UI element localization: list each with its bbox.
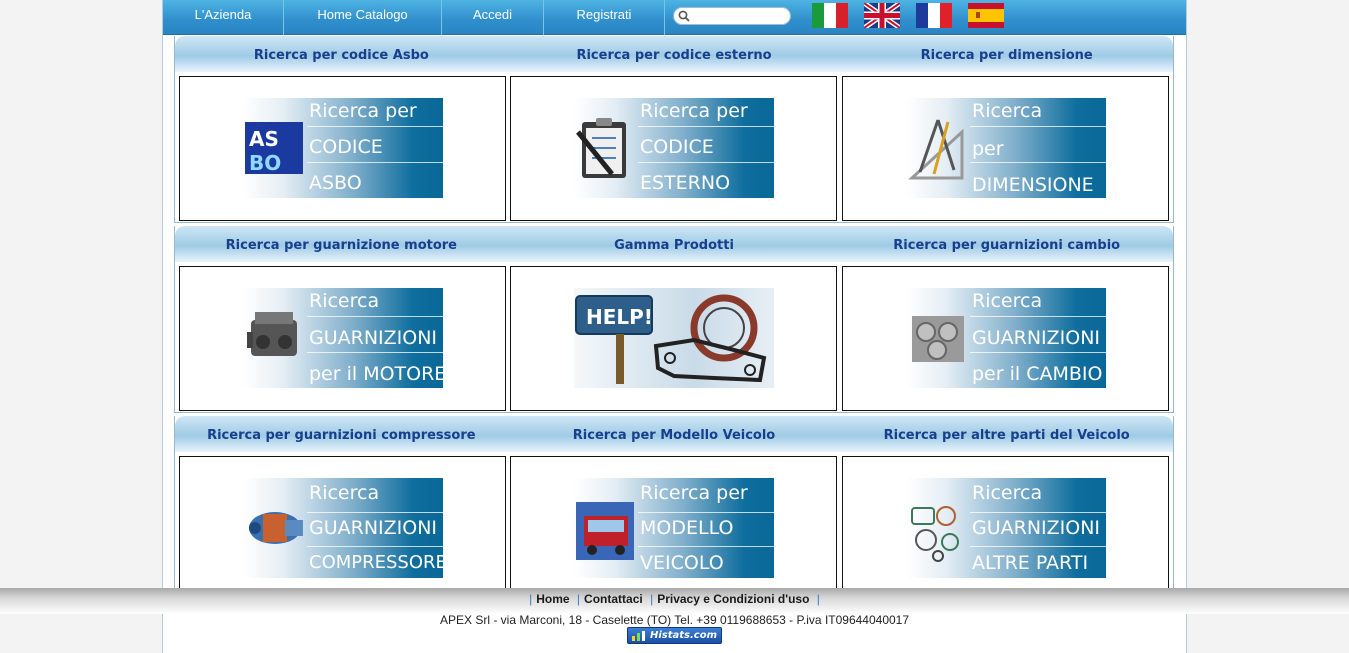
banner-line-3: ASBO: [309, 172, 362, 194]
banner-line-3: per il MOTORE: [309, 363, 443, 385]
engine-icon: [247, 312, 297, 356]
company-address: APEX Srl - via Marconi, 18 - Caselette (…: [439, 613, 910, 627]
banner-guarnizione-motore[interactable]: Ricerca GUARNIZIONI per il MOTORE: [243, 288, 443, 388]
section-header: Ricerca per codice Asbo Ricerca per codi…: [175, 36, 1173, 72]
search-section-3: Ricerca per guarnizioni compressore Rice…: [174, 416, 1174, 603]
uk-flag-icon[interactable]: [864, 3, 900, 28]
card-guarnizione-motore[interactable]: Ricerca GUARNIZIONI per il MOTORE: [179, 266, 506, 411]
banner-guarnizioni-cambio[interactable]: Ricerca GUARNIZIONI per il CAMBIO: [906, 288, 1106, 388]
header-modello-veicolo: Ricerca per Modello Veicolo: [572, 428, 776, 443]
footer-link-home[interactable]: Home: [536, 592, 569, 606]
asbo-logo-icon: AS BO: [245, 122, 303, 175]
header-codice-asbo: Ricerca per codice Asbo: [253, 48, 429, 63]
banner-line-3: COMPRESSORE: [309, 552, 443, 573]
compass-ruler-icon: [908, 119, 964, 180]
histats-badge[interactable]: Histats.com: [627, 627, 722, 644]
banner-line-1: Ricerca per: [640, 482, 748, 504]
banner-line-2: GUARNIZIONI: [309, 517, 438, 539]
top-navbar: L'Azienda Home Catalogo Accedi Registrat…: [163, 0, 1186, 35]
banner-line-2: GUARNIZIONI: [309, 327, 438, 349]
card-gamma-prodotti[interactable]: HELP!: [510, 266, 837, 411]
card-codice-asbo[interactable]: AS BO Ricerca per CODICE ASBO: [179, 76, 506, 221]
histats-label: Histats.com: [650, 630, 718, 641]
banner-line-2: GUARNIZIONI: [972, 327, 1101, 349]
banner-modello-veicolo[interactable]: Ricerca per MODELLO VEICOLO: [574, 478, 774, 578]
banner-codice-asbo[interactable]: AS BO Ricerca per CODICE ASBO: [243, 98, 443, 198]
help-sign-text: HELP!: [586, 305, 653, 329]
banner-line-1: Ricerca: [972, 290, 1043, 312]
banner-line-3: ESTERNO: [640, 172, 731, 194]
banner-line-2: CODICE: [640, 136, 714, 158]
banner-line-3: per il CAMBIO: [972, 363, 1103, 385]
banner-codice-esterno[interactable]: Ricerca per CODICE ESTERNO: [574, 98, 774, 198]
banner-line-2: per: [972, 138, 1004, 160]
nav-home-catalogo[interactable]: Home Catalogo: [284, 0, 442, 35]
banner-dimensione[interactable]: Ricerca per DIMENSIONE: [906, 98, 1106, 198]
header-guarnizione-motore: Ricerca per guarnizione motore: [225, 238, 457, 253]
banner-line-3: VEICOLO: [640, 552, 724, 574]
bar-chart-icon: [632, 631, 645, 641]
header-codice-esterno: Ricerca per codice esterno: [576, 48, 772, 63]
banner-line-1: Ricerca: [309, 290, 380, 312]
header-gamma-prodotti: Gamma Prodotti: [614, 238, 734, 253]
section-header: Ricerca per guarnizione motore Gamma Pro…: [175, 226, 1173, 262]
card-dimensione[interactable]: Ricerca per DIMENSIONE: [842, 76, 1169, 221]
header-altre-parti: Ricerca per altre parti del Veicolo: [883, 428, 1130, 443]
italian-flag-icon[interactable]: [812, 3, 848, 28]
banner-line-1: Ricerca per: [640, 100, 748, 122]
banner-line-1: Ricerca: [972, 100, 1043, 122]
spanish-flag-icon[interactable]: [968, 3, 1004, 28]
gearbox-icon: [912, 316, 964, 362]
banner-line-2: GUARNIZIONI: [972, 517, 1101, 539]
card-altre-parti[interactable]: Ricerca GUARNIZIONI ALTRE PARTI: [842, 456, 1169, 601]
svg-text:BO: BO: [249, 151, 281, 175]
search-section-1: Ricerca per codice Asbo Ricerca per codi…: [174, 36, 1174, 223]
section-header: Ricerca per guarnizioni compressore Rice…: [175, 416, 1173, 452]
search-input[interactable]: [693, 9, 789, 23]
header-guarnizioni-compressore: Ricerca per guarnizioni compressore: [207, 428, 476, 443]
banner-line-1: Ricerca: [972, 482, 1043, 504]
header-dimensione: Ricerca per dimensione: [920, 48, 1093, 63]
french-flag-icon[interactable]: [916, 3, 952, 28]
svg-text:AS: AS: [249, 127, 279, 151]
compressor-icon: [249, 512, 303, 544]
banner-line-1: Ricerca: [309, 482, 380, 504]
banner-guarnizioni-compressore[interactable]: Ricerca GUARNIZIONI COMPRESSORE: [243, 478, 443, 578]
card-guarnizioni-compressore[interactable]: Ricerca GUARNIZIONI COMPRESSORE: [179, 456, 506, 601]
banner-line-3: DIMENSIONE: [972, 174, 1094, 196]
banner-line-1: Ricerca per: [309, 100, 417, 122]
card-modello-veicolo[interactable]: Ricerca per MODELLO VEICOLO: [510, 456, 837, 601]
footer-link-contattaci[interactable]: Contattaci: [584, 592, 643, 606]
nav-registrati[interactable]: Registrati: [544, 0, 665, 35]
truck-icon: [576, 502, 634, 560]
banner-line-2: MODELLO: [640, 517, 734, 539]
banner-gamma-prodotti[interactable]: HELP!: [574, 288, 774, 388]
search-section-2: Ricerca per guarnizione motore Gamma Pro…: [174, 226, 1174, 413]
banner-altre-parti[interactable]: Ricerca GUARNIZIONI ALTRE PARTI: [906, 478, 1106, 578]
footer-links: | Home | Contattaci | Privacy e Condizioni …: [529, 592, 820, 606]
clipboard-pen-icon: [576, 118, 626, 178]
card-codice-esterno[interactable]: Ricerca per CODICE ESTERNO: [510, 76, 837, 221]
header-guarnizioni-cambio: Ricerca per guarnizioni cambio: [893, 238, 1121, 253]
nav-accedi[interactable]: Accedi: [442, 0, 544, 35]
banner-line-2: CODICE: [309, 136, 383, 158]
nav-azienda[interactable]: L'Azienda: [163, 0, 284, 35]
page-container: L'Azienda Home Catalogo Accedi Registrat…: [162, 0, 1187, 653]
search-box: [673, 7, 791, 25]
footer-link-privacy[interactable]: Privacy e Condizioni d'uso: [657, 592, 809, 606]
gasket-set-icon: [911, 506, 959, 562]
banner-line-3: ALTRE PARTI: [972, 552, 1089, 574]
card-guarnizioni-cambio[interactable]: Ricerca GUARNIZIONI per il CAMBIO: [842, 266, 1169, 411]
search-icon[interactable]: [678, 10, 690, 22]
help-sign-gaskets-icon: HELP!: [575, 294, 767, 384]
